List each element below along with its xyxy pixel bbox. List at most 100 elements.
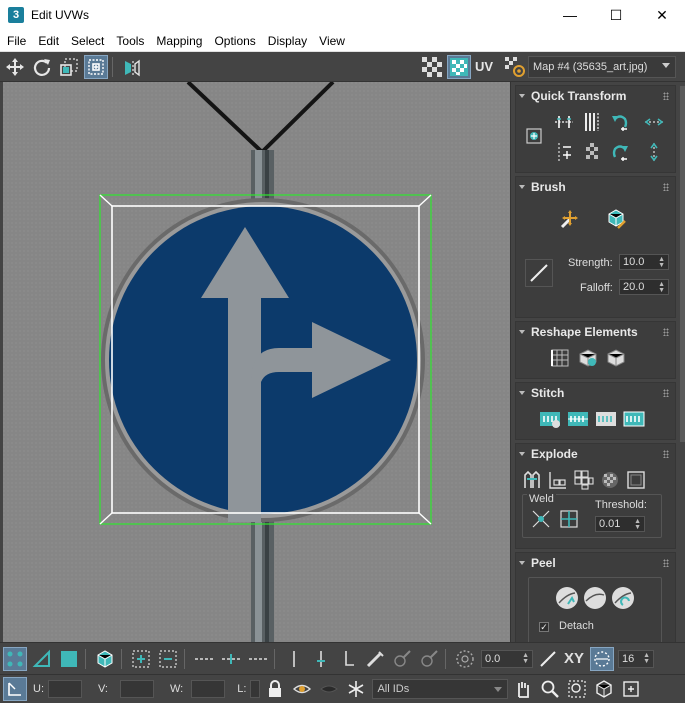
panel-scrollbar[interactable] — [680, 86, 685, 442]
zoom-region-button[interactable] — [565, 677, 589, 701]
lock-selection-button[interactable] — [263, 677, 287, 701]
loop-shrink-button[interactable] — [246, 647, 270, 671]
straighten-selection-button[interactable] — [548, 346, 572, 370]
vertex-mode-button[interactable] — [3, 646, 27, 671]
pan-button[interactable] — [511, 677, 535, 701]
ring-shrink-button[interactable] — [336, 647, 360, 671]
ring-grow-button[interactable] — [309, 647, 333, 671]
explode-by-material-button[interactable] — [598, 468, 622, 492]
uv-axis-label[interactable]: UV — [475, 59, 493, 74]
xy-axis-label[interactable]: XY — [564, 650, 584, 667]
w-coordinate-field[interactable] — [191, 680, 226, 698]
stitch-title: Stitch — [531, 386, 565, 400]
weld-target-button[interactable] — [557, 507, 581, 531]
relax-button[interactable] — [604, 346, 628, 370]
quick-peel-button[interactable] — [553, 584, 581, 612]
align-horizontal-button[interactable] — [552, 110, 576, 134]
explode-header[interactable]: Explode — [516, 444, 675, 464]
stitch-to-source-button[interactable] — [566, 407, 590, 431]
zoom-selected-button[interactable] — [619, 677, 643, 701]
menu-edit[interactable]: Edit — [33, 34, 64, 48]
menu-mapping[interactable]: Mapping — [151, 34, 207, 48]
soft-select-button[interactable] — [453, 647, 477, 671]
pixel-snap-button[interactable] — [590, 646, 615, 671]
loop-grow-button[interactable] — [219, 647, 243, 671]
falloff-line-button[interactable] — [536, 647, 560, 671]
u-coordinate-field[interactable] — [48, 680, 82, 698]
peel-header[interactable]: Peel — [516, 553, 675, 573]
stitch-custom-button[interactable] — [538, 407, 562, 431]
menu-display[interactable]: Display — [263, 34, 312, 48]
menu-options[interactable]: Options — [209, 34, 260, 48]
stitch-to-target-button[interactable] — [622, 407, 646, 431]
quick-transform-header[interactable]: Quick Transform — [516, 86, 675, 106]
hide-button[interactable] — [290, 677, 314, 701]
threshold-spinner[interactable]: 0.01 ▲ ▼ — [595, 516, 645, 532]
element-mode-button[interactable] — [93, 647, 117, 671]
grip-icon — [663, 328, 669, 336]
soft-select-falloff-spinner[interactable]: 0.0 ▲ ▼ — [481, 649, 533, 668]
rotate-tool-button[interactable] — [30, 55, 54, 79]
polygon-mode-button[interactable] — [57, 647, 81, 671]
paint-select-grow-button[interactable] — [390, 647, 414, 671]
relax-until-flat-button[interactable] — [576, 346, 600, 370]
material-id-filter-dropdown[interactable]: All IDs — [372, 679, 509, 699]
loop-select-button[interactable] — [192, 647, 216, 671]
break-button[interactable] — [520, 468, 544, 492]
falloff-spinner[interactable]: 20.0 ▲ ▼ — [619, 279, 669, 295]
stitch-header[interactable]: Stitch — [516, 383, 675, 403]
relax-brush-button[interactable] — [602, 205, 630, 233]
flatten-button[interactable] — [624, 468, 648, 492]
explode-to-polygons-button[interactable] — [546, 468, 570, 492]
move-tool-button[interactable] — [3, 55, 27, 79]
paint-select-shrink-button[interactable] — [417, 647, 441, 671]
zoom-extents-button[interactable] — [592, 677, 616, 701]
checker-pattern-button[interactable] — [420, 55, 444, 79]
reshape-elements-header[interactable]: Reshape Elements — [516, 322, 675, 342]
rotate-ccw-button[interactable] — [608, 110, 632, 134]
reset-peel-button[interactable] — [609, 584, 637, 612]
shrink-selection-button[interactable] — [156, 647, 180, 671]
grow-selection-button[interactable] — [129, 647, 153, 671]
menu-view[interactable]: View — [314, 34, 350, 48]
strength-spinner[interactable]: 10.0 ▲ ▼ — [619, 254, 669, 270]
mirror-tool-button[interactable] — [120, 55, 144, 79]
menu-tools[interactable]: Tools — [111, 34, 149, 48]
weld-selected-button[interactable] — [529, 507, 553, 531]
paint-move-button[interactable] — [556, 205, 584, 233]
show-button[interactable] — [317, 677, 341, 701]
close-button[interactable]: ✕ — [639, 0, 685, 30]
stitch-to-average-button[interactable] — [594, 407, 618, 431]
minimize-button[interactable]: — — [547, 0, 593, 30]
brush-size-button[interactable] — [525, 259, 553, 287]
space-horizontal-button[interactable] — [642, 110, 666, 134]
rotate-cw-button[interactable] — [608, 140, 632, 164]
explode-by-smoothing-button[interactable] — [572, 468, 596, 492]
l-field[interactable] — [250, 680, 261, 698]
freeze-button[interactable] — [344, 677, 368, 701]
uv-editor-viewport[interactable] — [0, 82, 510, 642]
align-horizontal-split-button[interactable] — [552, 140, 576, 164]
edge-mode-button[interactable] — [30, 647, 54, 671]
paint-select-button[interactable] — [363, 647, 387, 671]
map-selector-dropdown[interactable]: Map #4 (35635_art.jpg) — [528, 56, 676, 78]
menu-file[interactable]: File — [2, 34, 31, 48]
freeform-tool-button[interactable] — [84, 54, 108, 79]
ring-select-button[interactable] — [282, 647, 306, 671]
v-coordinate-field[interactable] — [120, 680, 154, 698]
zoom-button[interactable] — [538, 677, 562, 701]
set-pivot-button[interactable] — [522, 124, 546, 148]
straighten-button[interactable] — [580, 140, 604, 164]
peel-mode-button[interactable] — [581, 584, 609, 612]
brush-header[interactable]: Brush — [516, 177, 675, 197]
absolute-offset-button[interactable] — [3, 677, 27, 701]
menu-select[interactable]: Select — [66, 34, 109, 48]
maximize-button[interactable]: ☐ — [593, 0, 639, 30]
pixel-snap-spinner[interactable]: 16 ▲ ▼ — [618, 649, 655, 668]
scale-tool-button[interactable] — [57, 55, 81, 79]
detach-checkbox[interactable]: ✓ — [539, 622, 549, 632]
align-vertical-button[interactable] — [580, 110, 604, 134]
show-map-button[interactable] — [447, 54, 471, 79]
map-settings-button[interactable] — [503, 55, 527, 79]
space-vertical-button[interactable] — [642, 140, 666, 164]
